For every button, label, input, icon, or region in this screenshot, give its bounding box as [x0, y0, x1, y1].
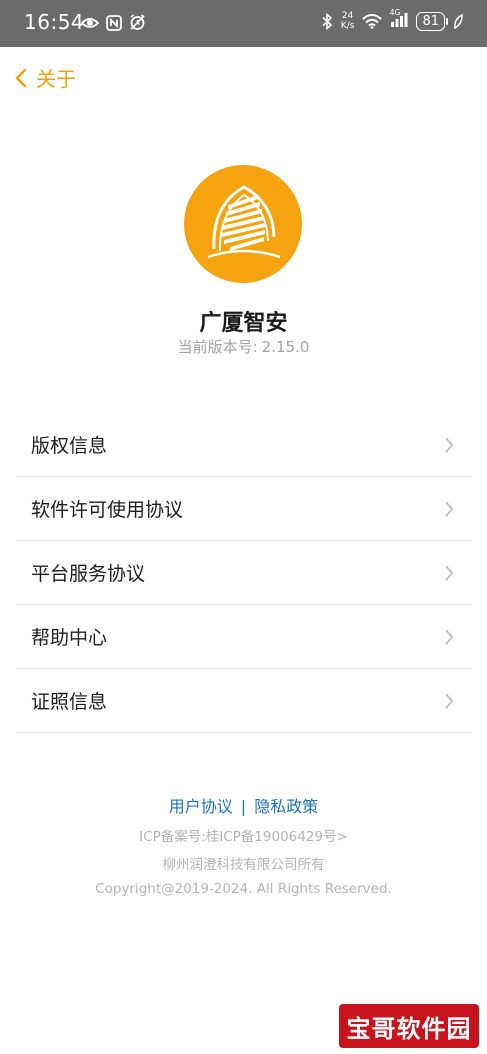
- bluetooth-icon: [322, 12, 333, 30]
- copyright-text: Copyright@2019-2024. All Rights Reserved…: [95, 881, 392, 897]
- chevron-left-icon: [15, 68, 27, 87]
- app-logo: [184, 165, 302, 283]
- version-number: 2.15.0: [261, 338, 310, 356]
- footer: 用户协议 | 隐私政策 ICP备案号:桂ICP备19006429号> 柳州润澄科技有…: [0, 793, 487, 897]
- page-title: 关于: [36, 67, 76, 91]
- menu-item-help-center[interactable]: 帮助中心: [16, 605, 472, 669]
- chevron-right-icon: [445, 692, 454, 709]
- nfc-icon: [106, 14, 122, 31]
- chevron-right-icon: [445, 436, 454, 453]
- chevron-right-icon: [445, 628, 454, 645]
- back-button[interactable]: 关于: [14, 63, 76, 92]
- leaf-icon: [454, 13, 463, 29]
- net-speed-value: 24: [341, 11, 354, 21]
- app-name: 广厦智安: [199, 311, 288, 336]
- building-logo-icon: [184, 165, 302, 283]
- user-agreement-link[interactable]: 用户协议: [169, 797, 233, 816]
- menu-item-platform-agreement[interactable]: 平台服务协议: [16, 541, 472, 605]
- status-left-icons: [81, 14, 146, 31]
- menu-item-licenses-info[interactable]: 证照信息: [16, 669, 472, 733]
- watermark-logo: 宝哥软件园: [339, 1004, 479, 1048]
- link-separator: |: [240, 797, 247, 816]
- menu-item-label: 平台服务协议: [31, 563, 146, 585]
- menu-item-copyright[interactable]: 版权信息: [16, 413, 472, 477]
- status-bar: 16:54 24 K/s 4G 81: [0, 0, 487, 47]
- icp-link[interactable]: ICP备案号:桂ICP备19006429号>: [0, 825, 487, 845]
- nav-bar: 关于: [0, 47, 487, 105]
- status-time: 16:54: [24, 10, 85, 34]
- version-info: 当前版本号: 2.15.0: [0, 336, 487, 357]
- battery-indicator: 81: [416, 11, 448, 31]
- company-text: 柳州润澄科技有限公司所有: [162, 857, 325, 873]
- privacy-policy-link[interactable]: 隐私政策: [254, 797, 318, 816]
- settings-menu: 版权信息 软件许可使用协议 平台服务协议 帮助中心 证照信息: [16, 413, 472, 733]
- status-right-icons: 24 K/s 4G 81: [322, 8, 463, 31]
- network-type: 4G: [389, 7, 401, 17]
- eye-icon: [81, 17, 99, 28]
- footer-links: 用户协议 | 隐私政策: [0, 793, 487, 817]
- net-speed-unit: K/s: [340, 21, 355, 31]
- chevron-right-icon: [445, 500, 454, 517]
- menu-item-label: 软件许可使用协议: [31, 499, 184, 521]
- menu-item-license[interactable]: 软件许可使用协议: [16, 477, 472, 541]
- menu-item-label: 证照信息: [31, 691, 108, 713]
- chevron-right-icon: [445, 564, 454, 581]
- version-label: 当前版本号:: [177, 338, 258, 356]
- signal-group: 4G: [389, 8, 408, 31]
- wifi-icon: [362, 13, 383, 29]
- alarm-icon: [130, 14, 145, 30]
- net-speed: 24 K/s: [341, 11, 355, 31]
- menu-item-label: 帮助中心: [31, 627, 108, 649]
- menu-item-label: 版权信息: [31, 435, 108, 457]
